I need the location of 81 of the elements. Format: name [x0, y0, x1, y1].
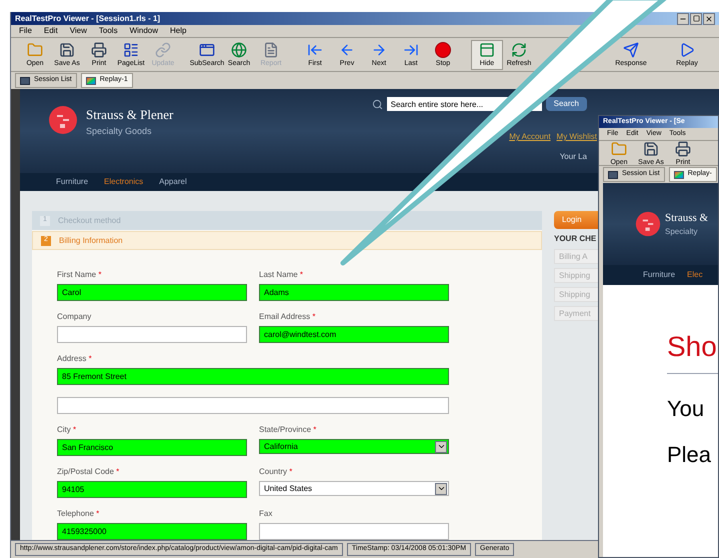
- field-label: Email Address *: [259, 313, 316, 322]
- play-icon: [679, 42, 695, 58]
- brand-name: Strauss & Plener: [86, 106, 174, 124]
- text-field[interactable]: 4159325000: [57, 523, 247, 540]
- folder-icon: [611, 140, 627, 156]
- dropdown-icon: [435, 482, 447, 494]
- close-icon[interactable]: [703, 12, 715, 24]
- nav-link[interactable]: Furniture: [643, 269, 676, 281]
- brand-name: Strauss &: [665, 210, 708, 226]
- left-arrow-icon: [339, 42, 355, 58]
- text-field[interactable]: [259, 523, 449, 540]
- right-arrow-icon: [371, 42, 387, 58]
- arrow-to-line-icon: [307, 42, 323, 58]
- text-field[interactable]: [57, 326, 247, 343]
- search-button[interactable]: Search: [546, 97, 587, 111]
- text-field[interactable]: San Francisco: [57, 439, 247, 456]
- text-field[interactable]: Adams: [259, 284, 449, 301]
- field-label: Zip/Postal Code *: [57, 468, 120, 477]
- step-title: Checkout method: [58, 214, 121, 226]
- paragraph-text: Plea: [667, 444, 712, 466]
- field-label: First Name *: [57, 271, 102, 280]
- menu-item[interactable]: Edit: [44, 25, 58, 37]
- page-heading: Sho: [667, 333, 718, 361]
- progress-heading: YOUR CHE: [554, 233, 598, 245]
- panel-icon: [479, 42, 495, 58]
- search-icon: [372, 98, 383, 110]
- list-icon: [608, 170, 618, 178]
- folder-icon: [27, 42, 43, 58]
- field-label: State/Province *: [259, 426, 318, 435]
- field-label: City *: [57, 426, 78, 435]
- menu-item[interactable]: Window: [130, 25, 158, 37]
- menu-item[interactable]: Help: [170, 25, 186, 37]
- logo-icon: [635, 211, 661, 237]
- window-title: RealTestPro Viewer - [Session1.rls - 1]: [15, 12, 160, 24]
- field-label: Company: [57, 313, 92, 322]
- select-field[interactable]: United States: [259, 481, 449, 496]
- floppy-icon: [643, 140, 659, 156]
- text-field[interactable]: 85 Fremont Street: [57, 368, 449, 385]
- nav-link[interactable]: Electronics: [104, 176, 144, 188]
- link-icon: [155, 42, 171, 58]
- nav-link[interactable]: Elec: [687, 269, 703, 281]
- printer-icon: [675, 140, 691, 156]
- replay-icon: [86, 76, 96, 84]
- logo-icon: [48, 105, 78, 135]
- printer-icon: [91, 42, 107, 58]
- list-icon: [123, 42, 139, 58]
- menu-item[interactable]: View: [70, 25, 87, 37]
- document-icon: [263, 42, 279, 58]
- select-field[interactable]: California: [259, 439, 449, 454]
- text-field[interactable]: 94105: [57, 481, 247, 498]
- step-title: Billing Information: [59, 234, 123, 246]
- brand-tagline: Specialty: [665, 226, 698, 238]
- nav-link[interactable]: Apparel: [159, 176, 187, 188]
- list-icon: [20, 76, 30, 84]
- dropdown-icon: [435, 440, 447, 452]
- stop-icon: [435, 42, 451, 58]
- text-field[interactable]: Carol: [57, 284, 247, 301]
- field-label: Telephone *: [57, 510, 100, 519]
- field-label: Fax: [259, 510, 274, 519]
- account-link[interactable]: My Account: [509, 131, 551, 143]
- brand-tagline: Specialty Goods: [86, 124, 153, 138]
- menu-item[interactable]: Tools: [98, 25, 118, 37]
- language-label: Your La: [560, 151, 587, 163]
- maximize-icon[interactable]: [690, 12, 702, 24]
- replay-icon: [674, 170, 684, 178]
- field-label: Last Name *: [259, 271, 304, 280]
- account-link[interactable]: My Wishlist: [556, 131, 597, 143]
- minimize-icon[interactable]: [677, 12, 689, 24]
- paragraph-text: You: [667, 398, 706, 420]
- send-icon: [623, 42, 639, 58]
- globe-icon: [231, 42, 247, 58]
- text-field[interactable]: [57, 397, 449, 414]
- arrow-to-line-icon: [403, 42, 419, 58]
- refresh-icon: [511, 42, 527, 58]
- text-field[interactable]: carol@windtest.com: [259, 326, 449, 343]
- field-label: Country *: [259, 468, 294, 477]
- field-label: Address *: [57, 355, 93, 364]
- window-icon: [199, 42, 215, 58]
- nav-link[interactable]: Furniture: [56, 176, 88, 188]
- floppy-icon: [59, 42, 75, 58]
- menu-item[interactable]: File: [19, 25, 32, 37]
